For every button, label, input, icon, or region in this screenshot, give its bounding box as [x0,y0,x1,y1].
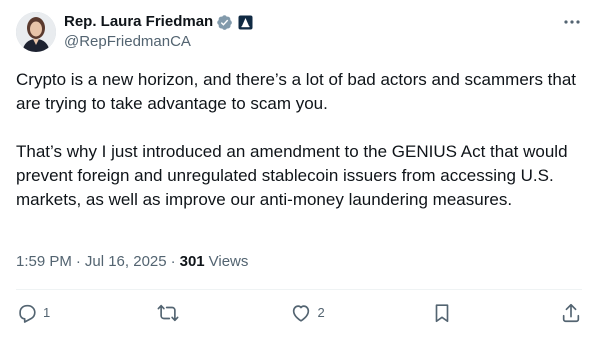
views-count: 301 [179,253,205,270]
more-horizontal-icon [564,20,580,24]
tweet-paragraph: Crypto is a new horizon, and there’s a l… [16,70,577,113]
bookmark-icon [436,304,449,323]
divider [16,289,582,290]
handle[interactable]: @RepFriedmanCA [64,32,582,52]
tweet-time[interactable]: 1:59 PM [16,252,72,272]
tweet-header: Rep. Laura Friedman @RepFriedmanCA [64,12,582,52]
tweet-text: Crypto is a new horizon, and there’s a l… [16,68,582,212]
heart-icon [293,305,310,322]
reply-count: 1 [43,305,51,320]
tweet-metadata: 1:59 PM · Jul 16, 2025 · 301 Views [16,252,248,272]
action-bar: 1 2 [16,301,582,325]
profile-photo-icon [16,12,56,52]
reply-icon [19,304,36,323]
tweet-date[interactable]: Jul 16, 2025 [85,252,167,272]
more-options-button[interactable] [562,12,582,32]
avatar[interactable] [16,12,56,52]
like-button[interactable]: 2 [290,302,325,324]
government-badge-icon[interactable] [238,15,253,30]
share-button[interactable] [560,302,582,324]
reply-button[interactable]: 1 [16,302,50,324]
retweet-icon [157,304,179,322]
views-label: Views [208,253,249,270]
tweet-card: Rep. Laura Friedman @RepFriedmanCA Crypt… [0,0,598,337]
share-icon [562,303,580,323]
meta-separator: · [170,253,176,270]
verified-badge-icon[interactable] [216,14,233,31]
like-count: 2 [317,305,325,320]
meta-separator: · [75,253,81,270]
bookmark-button[interactable] [431,302,453,324]
name-row: Rep. Laura Friedman [64,12,582,32]
retweet-button[interactable] [157,302,184,324]
display-name[interactable]: Rep. Laura Friedman [64,12,213,32]
tweet-paragraph: That’s why I just introduced an amendmen… [16,142,568,209]
